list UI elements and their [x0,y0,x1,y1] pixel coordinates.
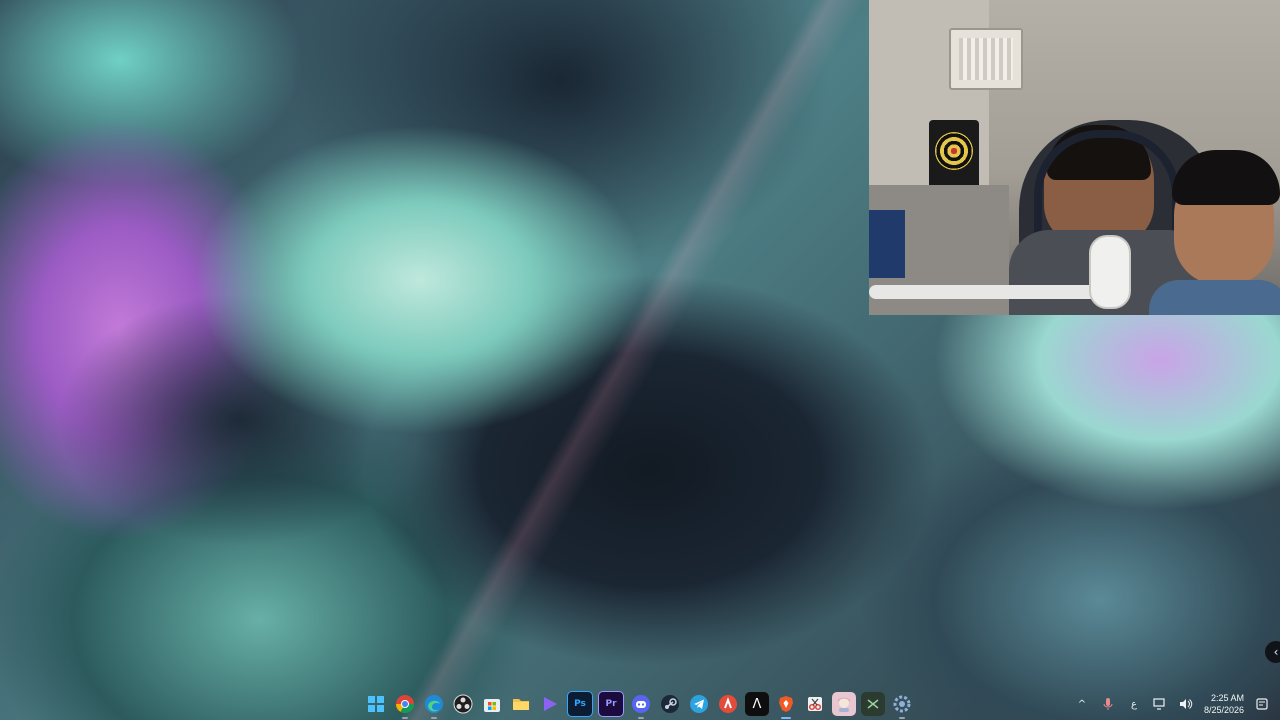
premiere-icon[interactable]: Pr [598,691,624,717]
clock[interactable]: 2:25 AM 8/25/2026 [1204,692,1244,716]
anime-app-icon[interactable] [832,692,856,716]
settings-icon[interactable] [890,692,914,719]
clock-time: 2:25 AM [1210,693,1244,703]
telegram-icon[interactable] [687,692,711,716]
folder-icon[interactable] [509,692,533,716]
taskbar: Ps Pr Λ ^ ع 2:25 AM 8/25/2026 [0,688,1280,720]
steam-icon[interactable] [658,692,682,716]
snipping-tool-icon[interactable] [803,692,827,716]
person-child-body [1149,280,1280,315]
poster [869,210,905,278]
microphone-icon[interactable] [1100,696,1116,712]
clock-date: 8/25/2026 [1203,705,1244,715]
person-child-hair [1172,150,1280,205]
taskbar-apps: Ps Pr Λ [364,688,914,720]
language-indicator[interactable]: ع [1126,696,1142,712]
volume-icon[interactable] [1178,696,1194,712]
microsoft-store-icon[interactable] [480,692,504,716]
headphones [1034,130,1180,238]
air-conditioner [949,28,1023,90]
lambda-icon[interactable]: Λ [745,692,769,716]
system-tray: ^ ع 2:25 AM 8/25/2026 [1074,688,1270,720]
red-circle-app-icon[interactable] [716,692,740,716]
notification-icon[interactable] [1254,696,1270,712]
chrome-icon[interactable] [393,692,417,719]
media-player-icon[interactable] [538,692,562,716]
windows-icon[interactable] [364,692,388,716]
edge-icon[interactable] [422,692,446,719]
network-icon[interactable] [1152,696,1168,712]
mic-arm [869,285,1099,299]
obs-icon[interactable] [451,692,475,716]
terminal-icon[interactable] [861,692,885,716]
discord-icon[interactable] [629,692,653,719]
webcam-overlay [869,0,1280,315]
chevron-up-icon[interactable]: ^ [1074,696,1090,712]
microphone [1089,235,1131,309]
photoshop-icon[interactable]: Ps [567,691,593,717]
brave-icon[interactable] [774,692,798,719]
